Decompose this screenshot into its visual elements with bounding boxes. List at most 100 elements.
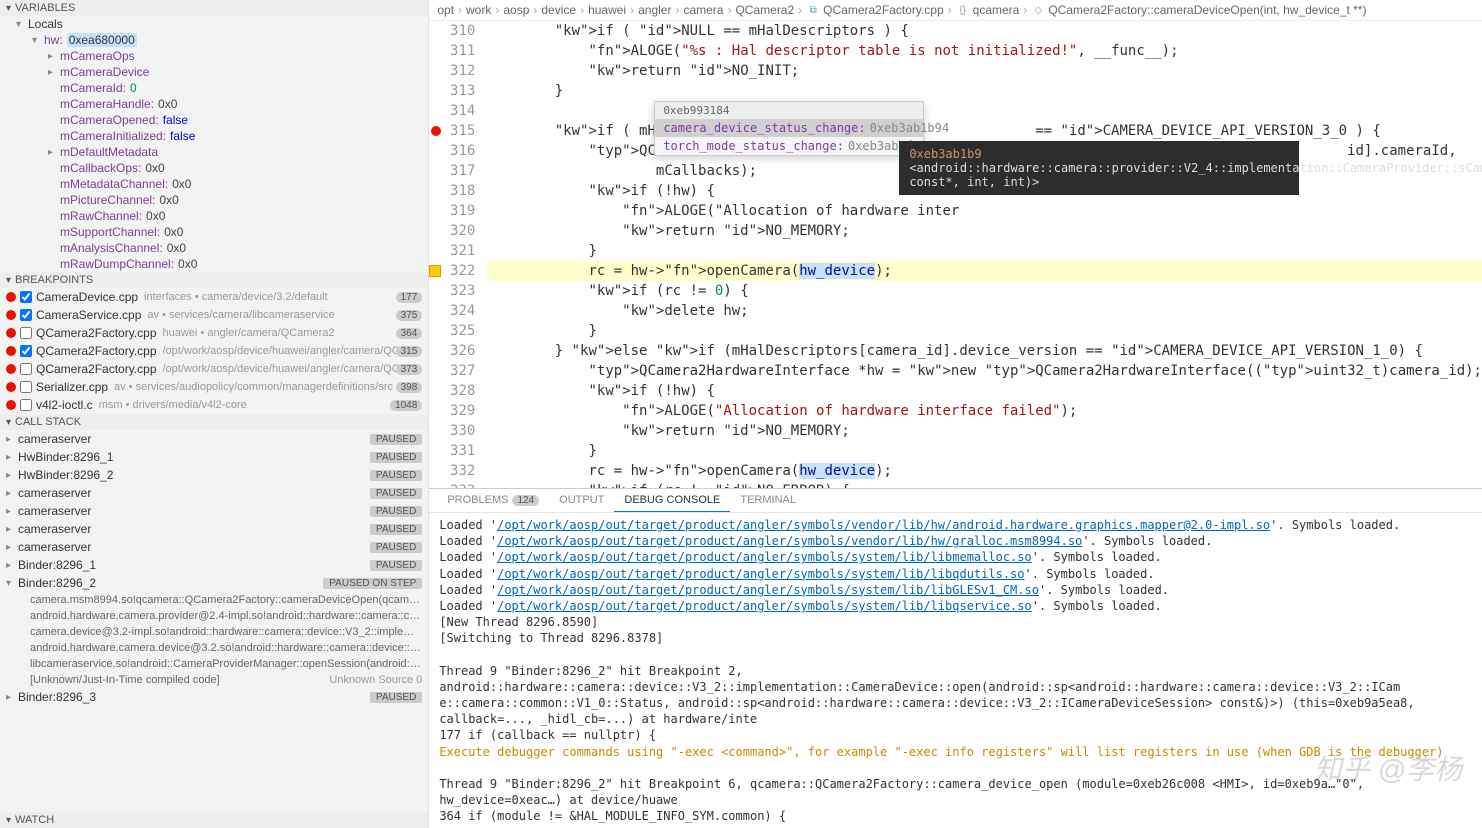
line-number[interactable]: 316 [429,141,475,161]
breakpoint-checkbox[interactable] [20,381,32,393]
breadcrumb-item[interactable]: opt [437,3,454,17]
variable-row[interactable]: mSupportChannel:0x0 [0,224,428,240]
breakpoint-checkbox[interactable] [20,291,32,303]
line-number[interactable]: 326 [429,341,475,361]
watch-section-header[interactable]: ▾ Watch [0,812,428,828]
breakpoint-row[interactable]: QCamera2Factory.cpp/opt/work/aosp/device… [0,360,428,378]
line-number[interactable]: 315 [429,121,475,141]
code-line[interactable]: "fn">ALOGE("%s : Hal descriptor table is… [487,41,1482,61]
breadcrumb-item[interactable]: device [541,3,576,17]
line-number[interactable]: 330 [429,421,475,441]
breakpoint-row[interactable]: Serializer.cppav • services/audiopolicy/… [0,378,428,396]
breakpoint-checkbox[interactable] [20,345,32,357]
line-number[interactable]: 312 [429,61,475,81]
variable-row[interactable]: mCallbackOps:0x0 [0,160,428,176]
breakpoint-row[interactable]: CameraService.cppav • services/camera/li… [0,306,428,324]
code-line[interactable]: "kw">return "id">NO_MEMORY; [487,221,1482,241]
locals-scope[interactable]: ▾ Locals [0,16,428,32]
variable-row[interactable]: mMetadataChannel:0x0 [0,176,428,192]
thread-row[interactable]: ▸cameraserverPAUSED [0,484,428,502]
variable-row[interactable]: mCameraId:0 [0,80,428,96]
variable-row[interactable]: mRawDumpChannel:0x0 [0,256,428,272]
line-number[interactable]: 327 [429,361,475,381]
thread-row[interactable]: ▸HwBinder:8296_2PAUSED [0,466,428,484]
code-line[interactable]: "kw">return "id">NO_INIT; [487,61,1482,81]
thread-row[interactable]: ▸cameraserverPAUSED [0,520,428,538]
line-number[interactable]: 311 [429,41,475,61]
variable-row[interactable]: ▸mDefaultMetadata [0,144,428,160]
breadcrumb-item[interactable]: ⧉QCamera2Factory.cpp [806,3,944,17]
variable-row[interactable]: mPictureChannel:0x0 [0,192,428,208]
breadcrumb-item[interactable]: QCamera2 [735,3,794,17]
thread-row[interactable]: ▸cameraserverPAUSED [0,538,428,556]
breadcrumb-item[interactable]: huawei [588,3,626,17]
variable-row[interactable]: mRawChannel:0x0 [0,208,428,224]
breadcrumb-item[interactable]: angler [638,3,671,17]
line-number[interactable]: 332 [429,461,475,481]
code-line[interactable]: rc = hw->"fn">openCamera(hw_device); [487,261,1482,281]
breadcrumb-item[interactable]: work [466,3,491,17]
stack-frame[interactable]: camera.msm8994.so!qcamera::QCamera2Facto… [0,592,428,608]
code-line[interactable]: } [487,241,1482,261]
thread-row[interactable]: ▸cameraserverPAUSED [0,430,428,448]
popup-row[interactable]: camera_device_status_change:0xeb3ab1b94 [655,119,923,137]
breadcrumb-item[interactable]: ◇QCamera2Factory::cameraDeviceOpen(int, … [1031,3,1366,17]
stack-frame[interactable]: [Unknown/Just-In-Time compiled code]Unkn… [0,672,428,688]
line-number[interactable]: 328 [429,381,475,401]
code-line[interactable]: "kw">delete hw; [487,301,1482,321]
thread-row[interactable]: ▾Binder:8296_2PAUSED ON STEP [0,574,428,592]
code-line[interactable]: } "kw">else "kw">if (mHalDescriptors[cam… [487,341,1482,361]
breakpoint-row[interactable]: QCamera2Factory.cpphuawei • angler/camer… [0,324,428,342]
breakpoint-row[interactable]: QCamera2Factory.cpp/opt/work/aosp/device… [0,342,428,360]
line-number[interactable]: 324 [429,301,475,321]
breakpoint-checkbox[interactable] [20,309,32,321]
line-number[interactable]: 329 [429,401,475,421]
variable-row[interactable]: mCameraInitialized:false [0,128,428,144]
variable-hw[interactable]: ▾ hw: 0xea680000 [0,32,428,48]
breakpoints-section-header[interactable]: ▾ Breakpoints [0,272,428,288]
breadcrumb-item[interactable]: {}qcamera [956,3,1020,17]
code-line[interactable]: "kw">if (!hw) { [487,381,1482,401]
variables-section-header[interactable]: ▾ Variables [0,0,428,16]
panel-tab-debug-console[interactable]: Debug Console [614,489,730,512]
popup-row[interactable]: torch_mode_status_change:0xeb3ab3f1 [655,137,923,155]
debug-console-output[interactable]: Loaded '/opt/work/aosp/out/target/produc… [429,513,1482,828]
line-number[interactable]: 331 [429,441,475,461]
breadcrumb-item[interactable]: aosp [503,3,529,17]
stack-frame[interactable]: android.hardware.camera.device@3.2.so!an… [0,640,428,656]
code-line[interactable]: "fn">ALOGE("Allocation of hardware inter… [487,401,1482,421]
thread-row[interactable]: ▸Binder:8296_1PAUSED [0,556,428,574]
thread-row[interactable]: ▸cameraserverPAUSED [0,502,428,520]
variable-row[interactable]: mAnalysisChannel:0x0 [0,240,428,256]
stack-frame[interactable]: libcameraservice.so!android::CameraProvi… [0,656,428,672]
variable-row[interactable]: ▸mCameraDevice [0,64,428,80]
line-number[interactable]: 313 [429,81,475,101]
code-line[interactable] [487,101,1482,121]
code-line[interactable]: } [487,81,1482,101]
code-line[interactable]: "kw">if (rc != 0) { [487,281,1482,301]
line-number[interactable]: 318 [429,181,475,201]
line-number[interactable]: 325 [429,321,475,341]
line-number[interactable]: 319 [429,201,475,221]
line-number[interactable]: 333 [429,481,475,488]
breadcrumb-item[interactable]: camera [683,3,723,17]
code-line[interactable]: } [487,441,1482,461]
code-line[interactable]: "kw">if ( "id">NULL == mHalDescriptors )… [487,21,1482,41]
variable-row[interactable]: ▸mCameraOps [0,48,428,64]
hover-inspect-popup[interactable]: 0xeb993184 camera_device_status_change:0… [654,101,924,156]
breadcrumb[interactable]: opt›work›aosp›device›huawei›angler›camer… [429,0,1482,21]
breakpoint-row[interactable]: v4l2-ioctl.cmsm • drivers/media/v4l2-cor… [0,396,428,414]
code-line[interactable]: "kw">if ( mHalDescri == "id">CAMERA_DEVI… [487,121,1482,141]
thread-row[interactable]: ▸Binder:8296_3PAUSED [0,688,428,706]
panel-tab-problems[interactable]: Problems124 [437,489,549,512]
code-line[interactable]: "kw">return "id">NO_MEMORY; [487,421,1482,441]
thread-row[interactable]: ▸HwBinder:8296_1PAUSED [0,448,428,466]
line-number[interactable]: 314 [429,101,475,121]
panel-tab-terminal[interactable]: Terminal [730,489,806,512]
variable-row[interactable]: mCameraOpened:false [0,112,428,128]
code-line[interactable]: rc = hw->"fn">openCamera(hw_device); [487,461,1482,481]
line-number[interactable]: 310 [429,21,475,41]
breakpoint-checkbox[interactable] [20,399,32,411]
code-editor[interactable]: 3103113123133143153163173183193203213223… [429,21,1482,488]
line-number[interactable]: 323 [429,281,475,301]
